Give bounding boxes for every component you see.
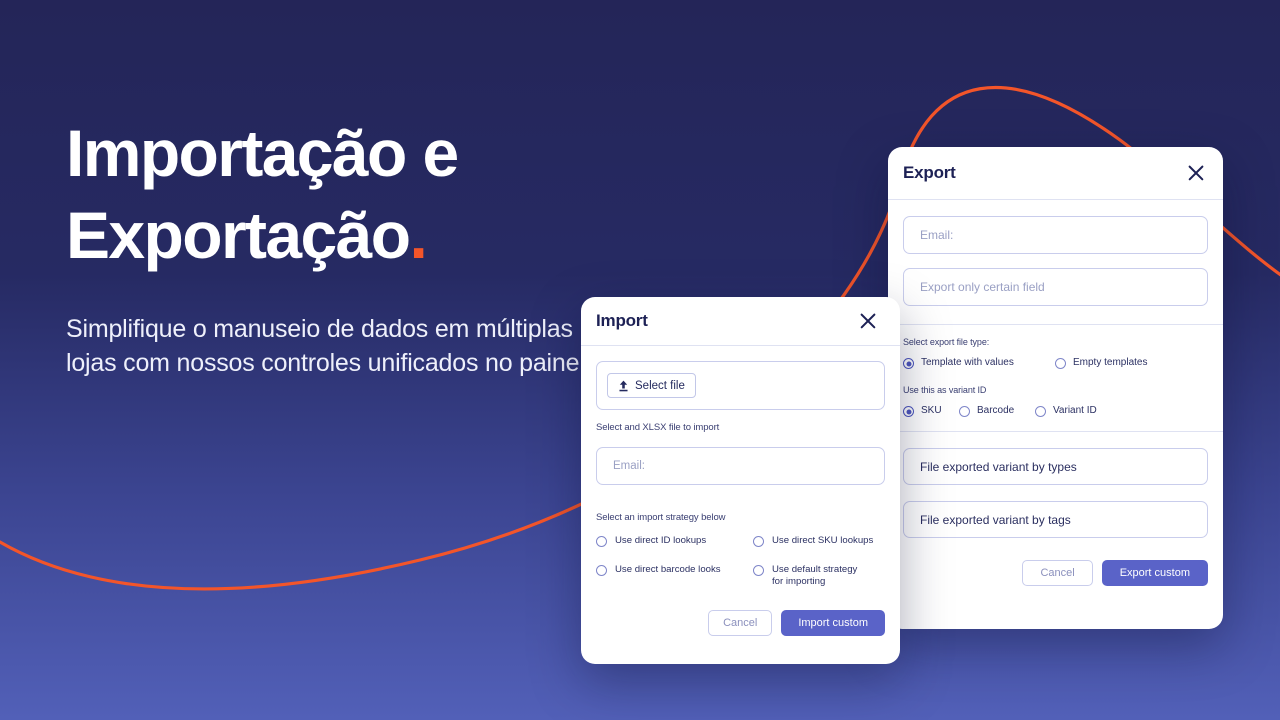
export-certain-field-input[interactable]: Export only certain field	[903, 268, 1208, 306]
import-strategy-radio-group: Use direct ID lookups Use direct SKU loo…	[596, 535, 885, 588]
title-accent-dot: .	[409, 198, 427, 272]
export-variant-by-types-input[interactable]: File exported variant by types	[903, 448, 1208, 485]
export-cancel-button[interactable]: Cancel	[1022, 560, 1093, 586]
radio-use-direct-barcode-looks[interactable]: Use direct barcode looks	[596, 564, 753, 588]
radio-label: Use direct ID lookups	[615, 535, 707, 546]
file-drop-area[interactable]: Select file	[596, 361, 885, 410]
page-title-line-1: Importação e	[66, 116, 459, 190]
select-file-button[interactable]: Select file	[607, 373, 696, 398]
export-custom-button[interactable]: Export custom	[1101, 560, 1208, 586]
export-dialog-actions: Cancel Export custom	[903, 560, 1208, 586]
radio-dot-icon	[596, 536, 607, 547]
import-cancel-button[interactable]: Cancel	[708, 610, 773, 636]
radio-empty-templates[interactable]: Empty templates	[1055, 357, 1147, 369]
close-icon[interactable]	[1184, 161, 1208, 185]
import-dialog: Import Select file Select and XLSX file …	[581, 297, 900, 664]
export-dialog: Export Email: Export only certain field …	[888, 147, 1223, 629]
radio-label: SKU	[921, 405, 942, 416]
import-custom-button[interactable]: Import custom	[781, 610, 885, 636]
radio-dot-icon	[753, 536, 764, 547]
import-dialog-body: Select file Select and XLSX file to impo…	[581, 346, 900, 636]
export-options-section: Select export file type: Template with v…	[888, 324, 1223, 432]
radio-dot-icon	[753, 565, 764, 576]
radio-dot-icon	[1035, 406, 1046, 417]
import-helper-text: Select and XLSX file to import	[596, 422, 720, 433]
radio-dot-icon	[1055, 358, 1066, 369]
radio-dot-icon	[903, 358, 914, 369]
export-dialog-title: Export	[903, 163, 956, 182]
import-dialog-header: Import	[581, 297, 900, 346]
export-top-fields: Email: Export only certain field	[888, 200, 1223, 324]
export-variant-by-tags-input[interactable]: File exported variant by tags	[903, 501, 1208, 538]
radio-dot-icon	[959, 406, 970, 417]
radio-dot-icon	[903, 406, 914, 417]
import-strategy-label: Select an import strategy below	[596, 512, 726, 523]
radio-label: Use default strategy for importing	[772, 564, 858, 587]
close-icon[interactable]	[856, 309, 880, 333]
page-title-line-2: Exportação.	[66, 194, 626, 276]
radio-label: Empty templates	[1073, 357, 1148, 368]
select-file-label: Select file	[635, 379, 685, 392]
radio-label: Use direct SKU lookups	[772, 535, 874, 546]
radio-template-with-values[interactable]: Template with values	[903, 357, 1055, 369]
radio-variant-id[interactable]: Variant ID	[1035, 405, 1097, 417]
radio-use-direct-id-lookups[interactable]: Use direct ID lookups	[596, 535, 753, 547]
import-dialog-title: Import	[596, 311, 648, 330]
upload-icon	[619, 380, 628, 391]
radio-label: Barcode	[977, 405, 1015, 416]
import-email-input[interactable]: Email:	[596, 447, 885, 485]
export-variant-id-label: Use this as variant ID	[903, 385, 987, 395]
page-title-line-2-text: Exportação	[66, 198, 411, 272]
radio-use-direct-sku-lookups[interactable]: Use direct SKU lookups	[753, 535, 885, 547]
radio-sku[interactable]: SKU	[903, 405, 959, 417]
export-email-input[interactable]: Email:	[903, 216, 1208, 254]
radio-barcode[interactable]: Barcode	[959, 405, 1035, 417]
radio-use-default-strategy[interactable]: Use default strategy for importing	[753, 564, 871, 588]
export-dialog-header: Export	[888, 147, 1223, 200]
export-variant-id-radio-group: SKU Barcode Variant ID	[903, 405, 1208, 417]
radio-dot-icon	[596, 565, 607, 576]
page-title: Importação e Exportação.	[66, 112, 626, 276]
hero-copy: Importação e Exportação. Simplifique o m…	[66, 112, 626, 380]
radio-label: Variant ID	[1053, 405, 1097, 416]
export-file-type-radio-group: Template with values Empty templates	[903, 357, 1208, 369]
export-file-type-label: Select export file type:	[903, 337, 990, 347]
radio-label: Use direct barcode looks	[615, 564, 721, 575]
promo-slide: Importação e Exportação. Simplifique o m…	[0, 0, 1280, 720]
radio-label: Template with values	[921, 357, 1014, 368]
import-dialog-actions: Cancel Import custom	[596, 610, 885, 636]
export-bottom-fields: File exported variant by types File expo…	[888, 432, 1223, 586]
page-subtitle: Simplifique o manuseio de dados em múlti…	[66, 315, 592, 377]
